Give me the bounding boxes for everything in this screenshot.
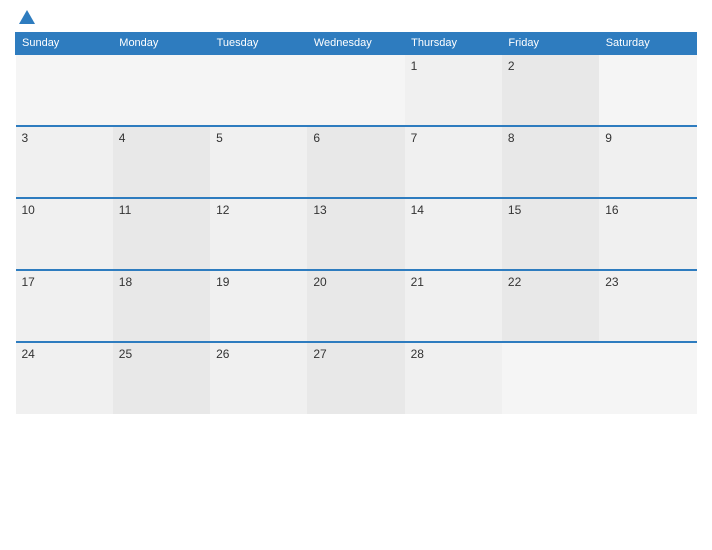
calendar-week-2: 10 11 12 13 14 15 16 (16, 198, 697, 270)
calendar-day: 21 (405, 270, 502, 342)
weekday-header-row: Sunday Monday Tuesday Wednesday Thursday… (16, 33, 697, 55)
day-number: 20 (313, 275, 326, 289)
calendar-day: 16 (599, 198, 696, 270)
calendar-day: 26 (210, 342, 307, 414)
day-number: 8 (508, 131, 515, 145)
day-number: 24 (22, 347, 35, 361)
logo (15, 10, 35, 24)
calendar-day: 2 (502, 54, 599, 126)
header-wednesday: Wednesday (307, 33, 404, 55)
day-number: 13 (313, 203, 326, 217)
day-number: 19 (216, 275, 229, 289)
calendar-day: 13 (307, 198, 404, 270)
day-number: 6 (313, 131, 320, 145)
day-number: 2 (508, 59, 515, 73)
calendar-day: 12 (210, 198, 307, 270)
calendar-header (15, 10, 697, 24)
day-number: 12 (216, 203, 229, 217)
day-number: 17 (22, 275, 35, 289)
calendar-day (113, 54, 210, 126)
calendar-day: 18 (113, 270, 210, 342)
day-number: 11 (119, 203, 131, 217)
day-number: 18 (119, 275, 132, 289)
calendar-day: 22 (502, 270, 599, 342)
day-number: 22 (508, 275, 521, 289)
calendar-day: 24 (16, 342, 113, 414)
calendar-day: 9 (599, 126, 696, 198)
logo-triangle-icon (19, 10, 35, 24)
header-tuesday: Tuesday (210, 33, 307, 55)
calendar-day: 10 (16, 198, 113, 270)
day-number: 14 (411, 203, 424, 217)
calendar-day: 3 (16, 126, 113, 198)
day-number: 26 (216, 347, 229, 361)
calendar-day (599, 54, 696, 126)
calendar-day: 27 (307, 342, 404, 414)
calendar-day: 25 (113, 342, 210, 414)
calendar-day: 28 (405, 342, 502, 414)
day-number: 23 (605, 275, 618, 289)
day-number: 15 (508, 203, 521, 217)
calendar-day: 8 (502, 126, 599, 198)
calendar-week-4: 24 25 26 27 28 (16, 342, 697, 414)
calendar-day: 4 (113, 126, 210, 198)
calendar-day: 20 (307, 270, 404, 342)
day-number: 28 (411, 347, 424, 361)
calendar-day: 5 (210, 126, 307, 198)
day-number: 4 (119, 131, 126, 145)
calendar-day: 7 (405, 126, 502, 198)
calendar-day: 17 (16, 270, 113, 342)
calendar-table: Sunday Monday Tuesday Wednesday Thursday… (15, 32, 697, 414)
calendar-container: Sunday Monday Tuesday Wednesday Thursday… (0, 0, 712, 550)
calendar-day: 19 (210, 270, 307, 342)
calendar-day: 1 (405, 54, 502, 126)
calendar-day: 11 (113, 198, 210, 270)
header-saturday: Saturday (599, 33, 696, 55)
calendar-day: 6 (307, 126, 404, 198)
calendar-day: 15 (502, 198, 599, 270)
calendar-week-3: 17 18 19 20 21 22 23 (16, 270, 697, 342)
day-number: 10 (22, 203, 35, 217)
day-number: 1 (411, 59, 418, 73)
calendar-day (210, 54, 307, 126)
calendar-day: 14 (405, 198, 502, 270)
day-number: 3 (22, 131, 29, 145)
day-number: 16 (605, 203, 618, 217)
calendar-day (307, 54, 404, 126)
header-sunday: Sunday (16, 33, 113, 55)
header-monday: Monday (113, 33, 210, 55)
day-number: 25 (119, 347, 132, 361)
day-number: 9 (605, 131, 612, 145)
calendar-day: 23 (599, 270, 696, 342)
day-number: 5 (216, 131, 223, 145)
calendar-week-1: 3 4 5 6 7 8 9 (16, 126, 697, 198)
header-friday: Friday (502, 33, 599, 55)
day-number: 27 (313, 347, 326, 361)
calendar-day (599, 342, 696, 414)
calendar-day (502, 342, 599, 414)
day-number: 21 (411, 275, 424, 289)
day-number: 7 (411, 131, 418, 145)
calendar-week-0: 12 (16, 54, 697, 126)
calendar-day (16, 54, 113, 126)
header-thursday: Thursday (405, 33, 502, 55)
